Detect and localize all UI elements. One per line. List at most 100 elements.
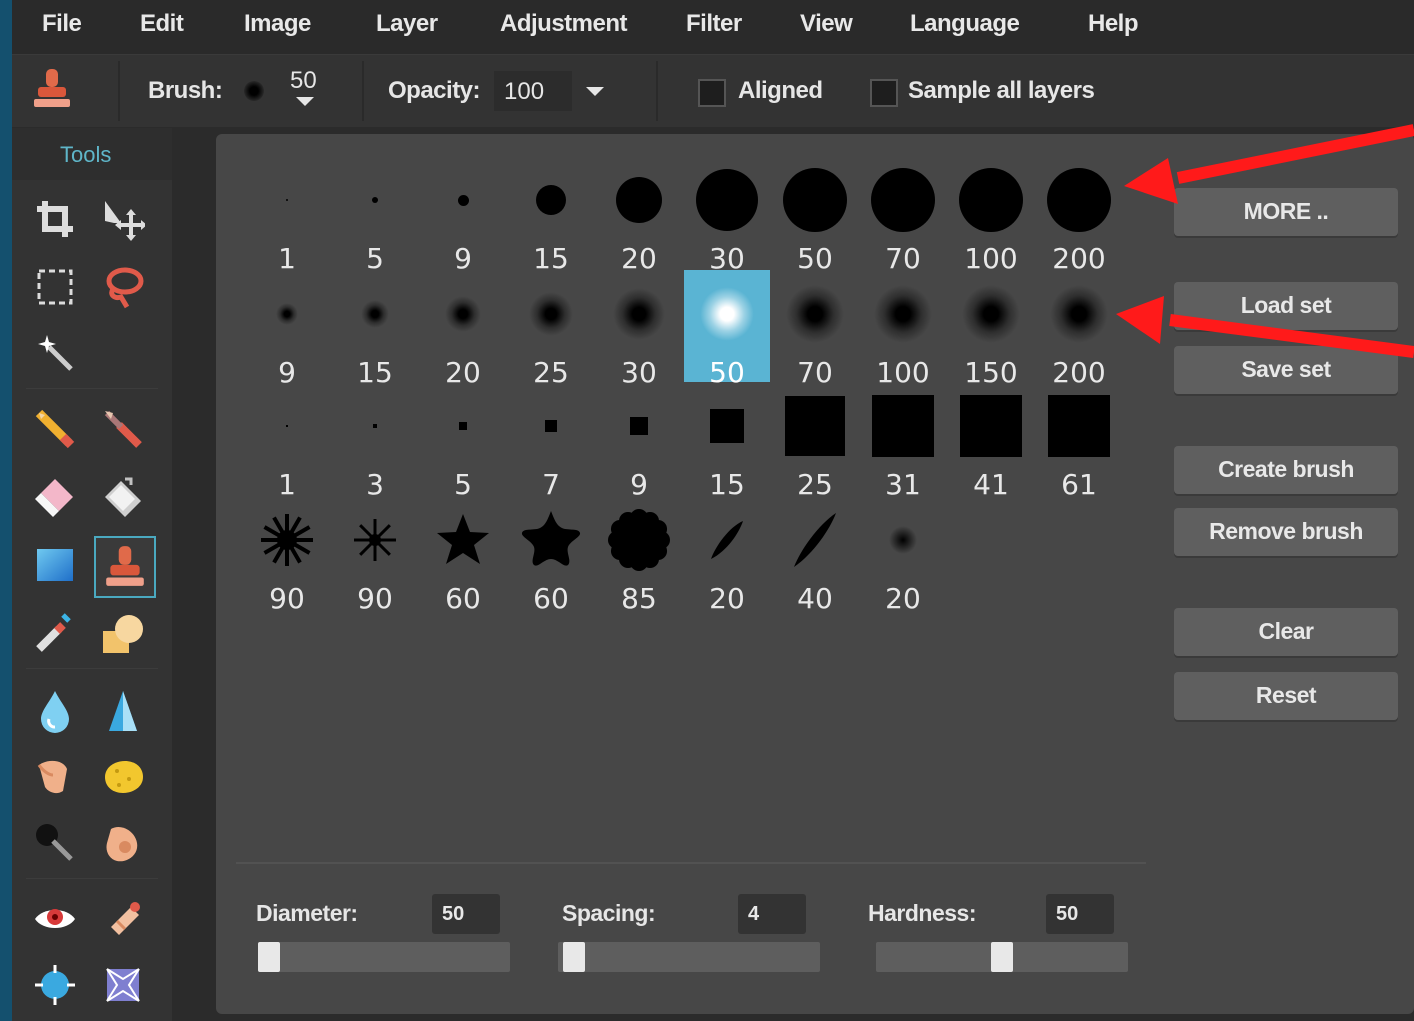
brush-soft-circle-50[interactable]: 50 <box>684 270 770 389</box>
more-button[interactable]: MORE .. <box>1174 188 1398 236</box>
brush-hard-circle-50[interactable]: 50 <box>772 156 858 275</box>
brush-soft-circle-70[interactable]: 70 <box>772 270 858 389</box>
sponge-icon[interactable] <box>96 750 150 804</box>
hard-circle-icon <box>1047 168 1111 232</box>
brush-square-9[interactable]: 9 <box>596 382 682 501</box>
gradient-icon[interactable] <box>28 538 82 592</box>
red-eye-icon[interactable] <box>28 892 82 946</box>
aligned-label[interactable]: Aligned <box>738 77 823 105</box>
brush-icon[interactable] <box>96 402 150 456</box>
brush-shape-20[interactable]: 20 <box>684 496 770 615</box>
brush-soft-circle-20[interactable]: 20 <box>420 270 506 389</box>
pinch-icon[interactable] <box>96 958 150 1012</box>
brush-square-41[interactable]: 41 <box>948 382 1034 501</box>
menu-edit[interactable]: Edit <box>140 10 184 38</box>
brush-hard-circle-15[interactable]: 15 <box>508 156 594 275</box>
soft-circle-icon <box>786 285 844 343</box>
brush-hard-circle-100[interactable]: 100 <box>948 156 1034 275</box>
pencil-icon[interactable] <box>28 402 82 456</box>
brush-soft-circle-9[interactable]: 9 <box>244 270 330 389</box>
move-icon[interactable] <box>96 192 150 246</box>
brush-soft-circle-15[interactable]: 15 <box>332 270 418 389</box>
brush-soft-circle-30[interactable]: 30 <box>596 270 682 389</box>
hardness-slider[interactable] <box>876 942 1128 972</box>
brush-hard-circle-1[interactable]: 1 <box>244 156 330 275</box>
marquee-icon[interactable] <box>28 260 82 314</box>
brush-shape-60[interactable]: 60 <box>508 496 594 615</box>
brush-soft-circle-100[interactable]: 100 <box>860 270 946 389</box>
bucket-icon[interactable] <box>96 470 150 524</box>
crop-icon[interactable] <box>28 192 82 246</box>
brush-hard-circle-70[interactable]: 70 <box>860 156 946 275</box>
smudge-icon[interactable] <box>28 750 82 804</box>
brush-square-7[interactable]: 7 <box>508 382 594 501</box>
brush-size-dropdown-icon[interactable] <box>296 97 314 106</box>
eraser-icon[interactable] <box>28 470 82 524</box>
diameter-slider[interactable] <box>258 942 510 972</box>
menu-image[interactable]: Image <box>244 10 311 38</box>
brush-hard-circle-30[interactable]: 30 <box>684 156 770 275</box>
magic-wand-icon[interactable] <box>28 326 82 380</box>
brush-shape-90[interactable]: 90 <box>332 496 418 615</box>
brush-preview <box>684 504 770 576</box>
brush-hard-circle-200[interactable]: 200 <box>1036 156 1122 275</box>
menu-file[interactable]: File <box>42 10 82 38</box>
brush-square-15[interactable]: 15 <box>684 382 770 501</box>
brush-hard-circle-20[interactable]: 20 <box>596 156 682 275</box>
brush-shape-40[interactable]: 40 <box>772 496 858 615</box>
spacing-input[interactable]: 4 <box>738 894 806 934</box>
sharpen-icon[interactable] <box>96 684 150 738</box>
brush-size-value[interactable]: 50 <box>290 67 317 95</box>
brush-square-1[interactable]: 1 <box>244 382 330 501</box>
square-icon <box>872 395 934 457</box>
sample-all-layers-label[interactable]: Sample all layers <box>908 77 1095 105</box>
spacing-slider[interactable] <box>558 942 820 972</box>
menu-filter[interactable]: Filter <box>686 10 742 38</box>
spot-heal-icon[interactable] <box>96 892 150 946</box>
remove-brush-button[interactable]: Remove brush <box>1174 508 1398 556</box>
reset-button[interactable]: Reset <box>1174 672 1398 720</box>
hardness-input[interactable]: 50 <box>1046 894 1114 934</box>
hardness-slider-thumb[interactable] <box>991 942 1013 972</box>
diameter-input[interactable]: 50 <box>432 894 500 934</box>
menu-language[interactable]: Language <box>910 10 1020 38</box>
color-replace-icon[interactable] <box>28 606 82 660</box>
lasso-icon[interactable] <box>96 260 150 314</box>
brush-soft-circle-200[interactable]: 200 <box>1036 270 1122 389</box>
bloat-icon[interactable] <box>28 958 82 1012</box>
clear-button[interactable]: Clear <box>1174 608 1398 656</box>
diameter-slider-thumb[interactable] <box>258 942 280 972</box>
menu-layer[interactable]: Layer <box>376 10 438 38</box>
menu-adjustment[interactable]: Adjustment <box>500 10 628 38</box>
opacity-dropdown-icon[interactable] <box>586 87 604 96</box>
brush-shape-85[interactable]: 85 <box>596 496 682 615</box>
brush-square-61[interactable]: 61 <box>1036 382 1122 501</box>
menu-help[interactable]: Help <box>1088 10 1139 38</box>
brush-preview <box>244 390 330 462</box>
blur-icon[interactable] <box>28 684 82 738</box>
opacity-input[interactable]: 100 <box>494 71 572 111</box>
brush-square-25[interactable]: 25 <box>772 382 858 501</box>
spacing-slider-thumb[interactable] <box>563 942 585 972</box>
sample-all-layers-checkbox[interactable] <box>870 79 898 107</box>
save-set-button[interactable]: Save set <box>1174 346 1398 394</box>
brush-hard-circle-9[interactable]: 9 <box>420 156 506 275</box>
brush-hard-circle-5[interactable]: 5 <box>332 156 418 275</box>
brush-shape-90[interactable]: 90 <box>244 496 330 615</box>
shape-icon[interactable] <box>96 606 150 660</box>
burn-icon[interactable] <box>96 816 150 870</box>
brush-preview-icon[interactable] <box>244 81 264 101</box>
aligned-checkbox[interactable] <box>698 79 726 107</box>
brush-square-31[interactable]: 31 <box>860 382 946 501</box>
brush-square-5[interactable]: 5 <box>420 382 506 501</box>
menu-view[interactable]: View <box>800 10 853 38</box>
brush-soft-circle-150[interactable]: 150 <box>948 270 1034 389</box>
brush-shape-20[interactable]: 20 <box>860 496 946 615</box>
brush-shape-60[interactable]: 60 <box>420 496 506 615</box>
clone-stamp-icon[interactable] <box>94 536 156 598</box>
dodge-icon[interactable] <box>28 816 82 870</box>
load-set-button[interactable]: Load set <box>1174 282 1398 330</box>
brush-square-3[interactable]: 3 <box>332 382 418 501</box>
create-brush-button[interactable]: Create brush <box>1174 446 1398 494</box>
brush-soft-circle-25[interactable]: 25 <box>508 270 594 389</box>
